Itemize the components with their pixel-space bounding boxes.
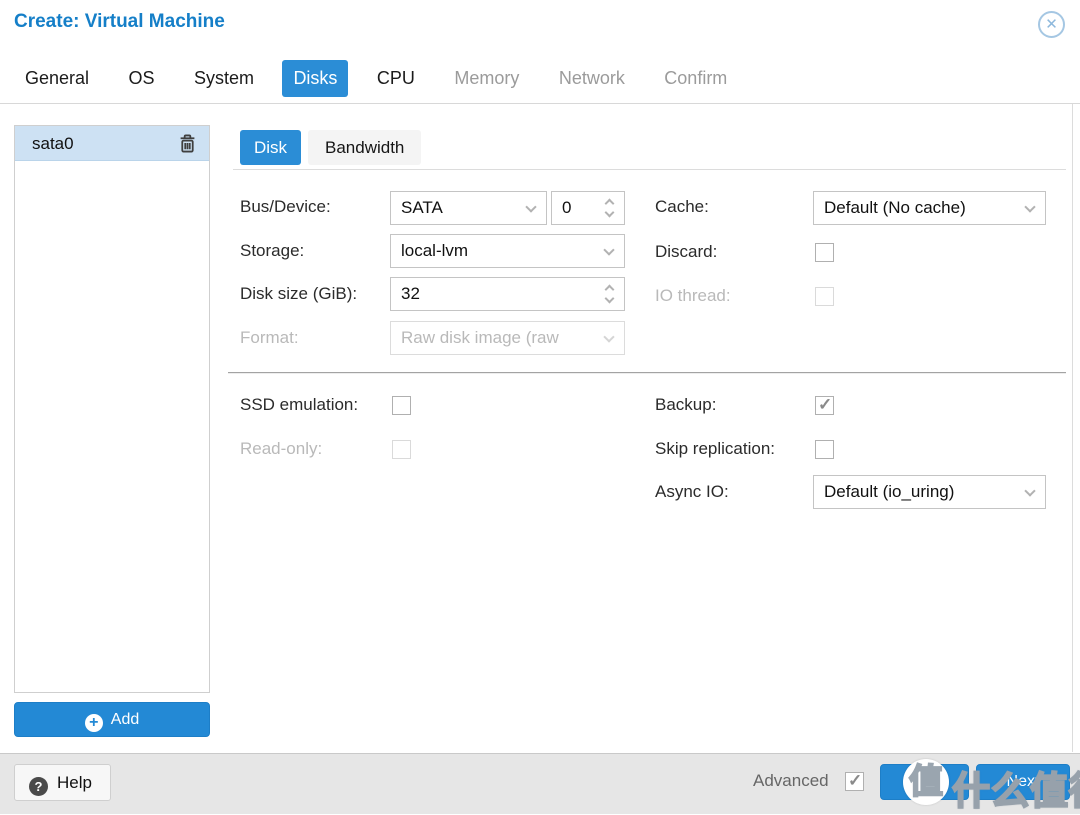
advanced-label: Advanced <box>753 771 829 791</box>
tab-general[interactable]: General <box>14 60 100 97</box>
tab-network: Network <box>548 60 636 97</box>
async-io-value: Default (io_uring) <box>824 482 954 501</box>
dialog-title: Create: Virtual Machine <box>14 11 225 33</box>
read-only-checkbox <box>392 440 411 459</box>
tab-cpu[interactable]: CPU <box>366 60 426 97</box>
disk-size-stepper[interactable]: 32 <box>390 277 625 311</box>
tab-confirm: Confirm <box>653 60 738 97</box>
subtab-disk[interactable]: Disk <box>240 130 301 165</box>
add-icon: + <box>85 714 103 732</box>
chevron-down-icon <box>525 201 536 212</box>
discard-checkbox[interactable] <box>815 243 834 262</box>
advanced-checkbox[interactable] <box>845 772 864 791</box>
bus-device-number-value: 0 <box>562 198 571 217</box>
backup-checkbox[interactable] <box>815 396 834 415</box>
chevron-down-icon <box>1024 201 1035 212</box>
subtab-bandwidth[interactable]: Bandwidth <box>308 130 421 165</box>
cache-select[interactable]: Default (No cache) <box>813 191 1046 225</box>
skip-replication-checkbox[interactable] <box>815 440 834 459</box>
bus-device-label: Bus/Device: <box>240 197 331 217</box>
chevron-down-icon <box>1024 485 1035 496</box>
chevron-down-icon <box>603 244 614 255</box>
footer-toolbar: ? Help Advanced Back Next <box>0 753 1080 814</box>
disk-list-panel: sata0 <box>14 125 210 693</box>
back-button[interactable]: Back <box>880 764 969 800</box>
subtab-separator <box>233 169 1066 170</box>
async-io-select[interactable]: Default (io_uring) <box>813 475 1046 509</box>
spinner-down-icon[interactable] <box>605 208 615 218</box>
add-button[interactable]: + Add <box>14 702 210 737</box>
disk-size-label: Disk size (GiB): <box>240 284 357 304</box>
header-separator <box>0 103 1080 104</box>
next-button[interactable]: Next <box>976 764 1070 800</box>
chevron-down-icon <box>603 331 614 342</box>
storage-value: local-lvm <box>401 241 468 260</box>
spinner-down-icon[interactable] <box>605 294 615 304</box>
disk-item-label: sata0 <box>32 134 74 153</box>
section-separator <box>228 372 1066 374</box>
disk-size-value: 32 <box>401 284 420 303</box>
ssd-emulation-checkbox[interactable] <box>392 396 411 415</box>
cache-label: Cache: <box>655 197 709 217</box>
tab-system[interactable]: System <box>183 60 265 97</box>
format-label: Format: <box>240 328 299 348</box>
format-select: Raw disk image (raw <box>390 321 625 355</box>
bus-device-number-stepper[interactable]: 0 <box>551 191 625 225</box>
list-item-sata0[interactable]: sata0 <box>15 126 209 161</box>
help-button[interactable]: ? Help <box>14 764 111 801</box>
read-only-label: Read-only: <box>240 439 322 459</box>
tab-disks[interactable]: Disks <box>282 60 348 97</box>
backup-label: Backup: <box>655 395 716 415</box>
discard-label: Discard: <box>655 242 717 262</box>
help-button-label: Help <box>57 773 92 792</box>
add-button-label: Add <box>111 711 139 728</box>
ssd-emulation-label: SSD emulation: <box>240 395 358 415</box>
io-thread-checkbox <box>815 287 834 306</box>
storage-label: Storage: <box>240 241 304 261</box>
tab-memory: Memory <box>443 60 530 97</box>
skip-replication-label: Skip replication: <box>655 439 775 459</box>
tab-os[interactable]: OS <box>118 60 166 97</box>
trash-icon[interactable] <box>178 134 197 153</box>
bus-device-select[interactable]: SATA <box>390 191 547 225</box>
content-border <box>1072 104 1073 752</box>
wizard-tabbar: General OS System Disks CPU Memory Netwo… <box>14 60 751 97</box>
help-icon: ? <box>29 777 48 796</box>
io-thread-label: IO thread: <box>655 286 731 306</box>
storage-select[interactable]: local-lvm <box>390 234 625 268</box>
format-value: Raw disk image (raw <box>401 328 559 347</box>
cache-value: Default (No cache) <box>824 198 966 217</box>
close-icon[interactable]: ✕ <box>1038 11 1065 38</box>
create-vm-dialog: Create: Virtual Machine ✕ General OS Sys… <box>0 0 1080 814</box>
bus-device-value: SATA <box>401 198 443 217</box>
async-io-label: Async IO: <box>655 482 729 502</box>
